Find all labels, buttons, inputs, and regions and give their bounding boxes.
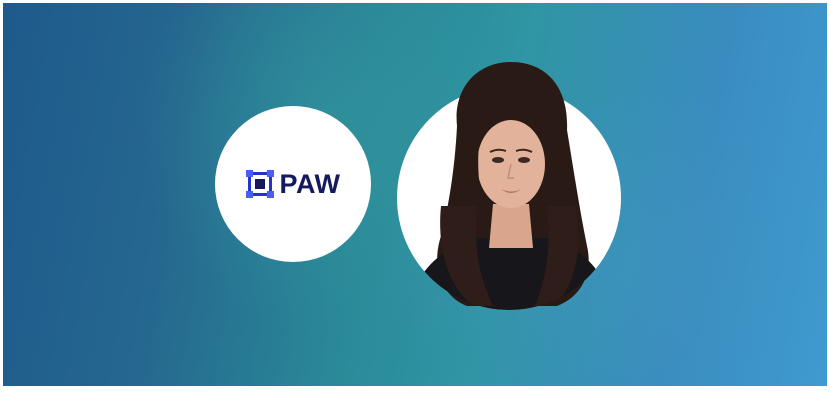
avatar <box>397 62 621 310</box>
paw-logo: PAW <box>245 168 341 199</box>
logo-badge: PAW <box>215 106 371 262</box>
brand-name: PAW <box>279 168 341 199</box>
person-portrait-icon <box>407 62 613 310</box>
hero-banner: PAW <box>3 3 827 386</box>
paw-frame-icon <box>245 170 274 198</box>
